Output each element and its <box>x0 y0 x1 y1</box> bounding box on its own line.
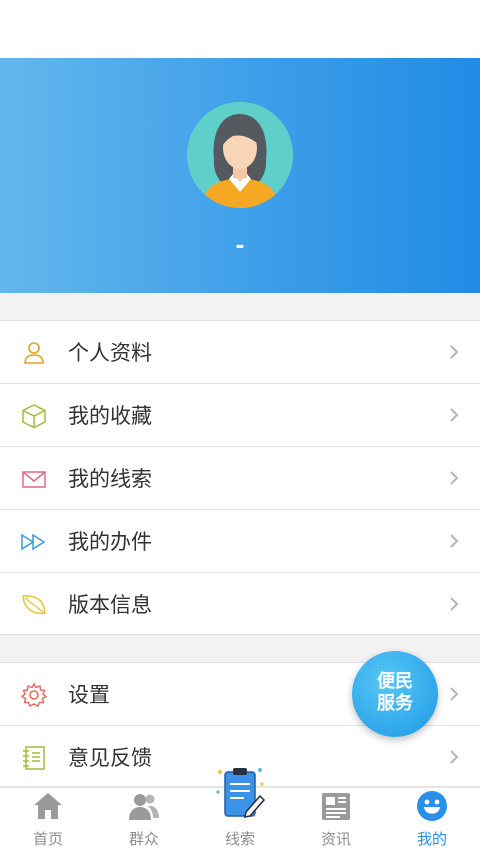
menu-item-favorites[interactable]: 我的收藏 <box>0 384 480 447</box>
cube-icon <box>22 404 46 429</box>
clipboard-edit-icon <box>216 768 266 818</box>
convenience-service-button[interactable]: 便民 服务 <box>352 651 438 737</box>
tab-label: 群众 <box>128 830 159 848</box>
chevron-right-icon <box>450 597 459 611</box>
home-icon <box>34 793 62 819</box>
smiley-icon <box>417 791 447 821</box>
menu-item-label: 意见反馈 <box>68 746 152 770</box>
bottom-tab-bar: 首页 群众 线索 资讯 我的 <box>0 768 480 853</box>
tab-label: 我的 <box>416 830 447 848</box>
tab-news[interactable]: 资讯 <box>288 788 384 853</box>
envelope-icon <box>22 471 46 488</box>
menu-item-label: 版本信息 <box>68 593 152 617</box>
avatar[interactable] <box>187 102 293 208</box>
people-icon <box>129 794 159 820</box>
chevron-right-icon <box>450 471 459 485</box>
newspaper-icon <box>322 793 350 820</box>
chevron-right-icon <box>450 534 459 548</box>
tab-label: 首页 <box>32 830 63 848</box>
menu-item-my-cases[interactable]: 我的办件 <box>0 510 480 573</box>
menu-item-label: 设置 <box>68 683 110 707</box>
status-bar <box>0 0 480 58</box>
menu-item-label: 我的线索 <box>68 467 152 491</box>
chevron-right-icon <box>450 345 459 359</box>
menu-item-personal-info[interactable]: 个人资料 <box>0 321 480 384</box>
leaf-icon <box>22 595 46 615</box>
chevron-right-icon <box>450 750 459 764</box>
chevron-right-icon <box>450 687 459 701</box>
menu-group-primary: 个人资料 我的收藏 我的线索 我的办件 版本信息 <box>0 320 480 635</box>
menu-item-label: 我的办件 <box>68 530 152 554</box>
username: - <box>235 234 245 259</box>
tab-label: 线索 <box>224 830 255 848</box>
person-outline-icon <box>24 342 44 364</box>
tab-mine[interactable]: 我的 <box>384 788 480 853</box>
menu-item-version-info[interactable]: 版本信息 <box>0 573 480 636</box>
menu-item-my-clues[interactable]: 我的线索 <box>0 447 480 510</box>
fab-label-line1: 便民 <box>377 671 413 692</box>
notebook-icon <box>23 746 45 770</box>
tab-home[interactable]: 首页 <box>0 788 96 853</box>
tab-clues[interactable]: 线索 <box>192 768 288 853</box>
fast-forward-icon <box>21 533 46 551</box>
menu-item-label: 个人资料 <box>68 341 152 365</box>
menu-item-label: 我的收藏 <box>68 404 152 428</box>
gear-icon <box>20 682 48 707</box>
avatar-person-icon <box>187 102 293 208</box>
profile-header: - <box>0 58 480 293</box>
tab-label: 资讯 <box>320 830 351 848</box>
fab-label-line2: 服务 <box>377 693 413 714</box>
tab-people[interactable]: 群众 <box>96 788 192 853</box>
chevron-right-icon <box>450 408 459 422</box>
